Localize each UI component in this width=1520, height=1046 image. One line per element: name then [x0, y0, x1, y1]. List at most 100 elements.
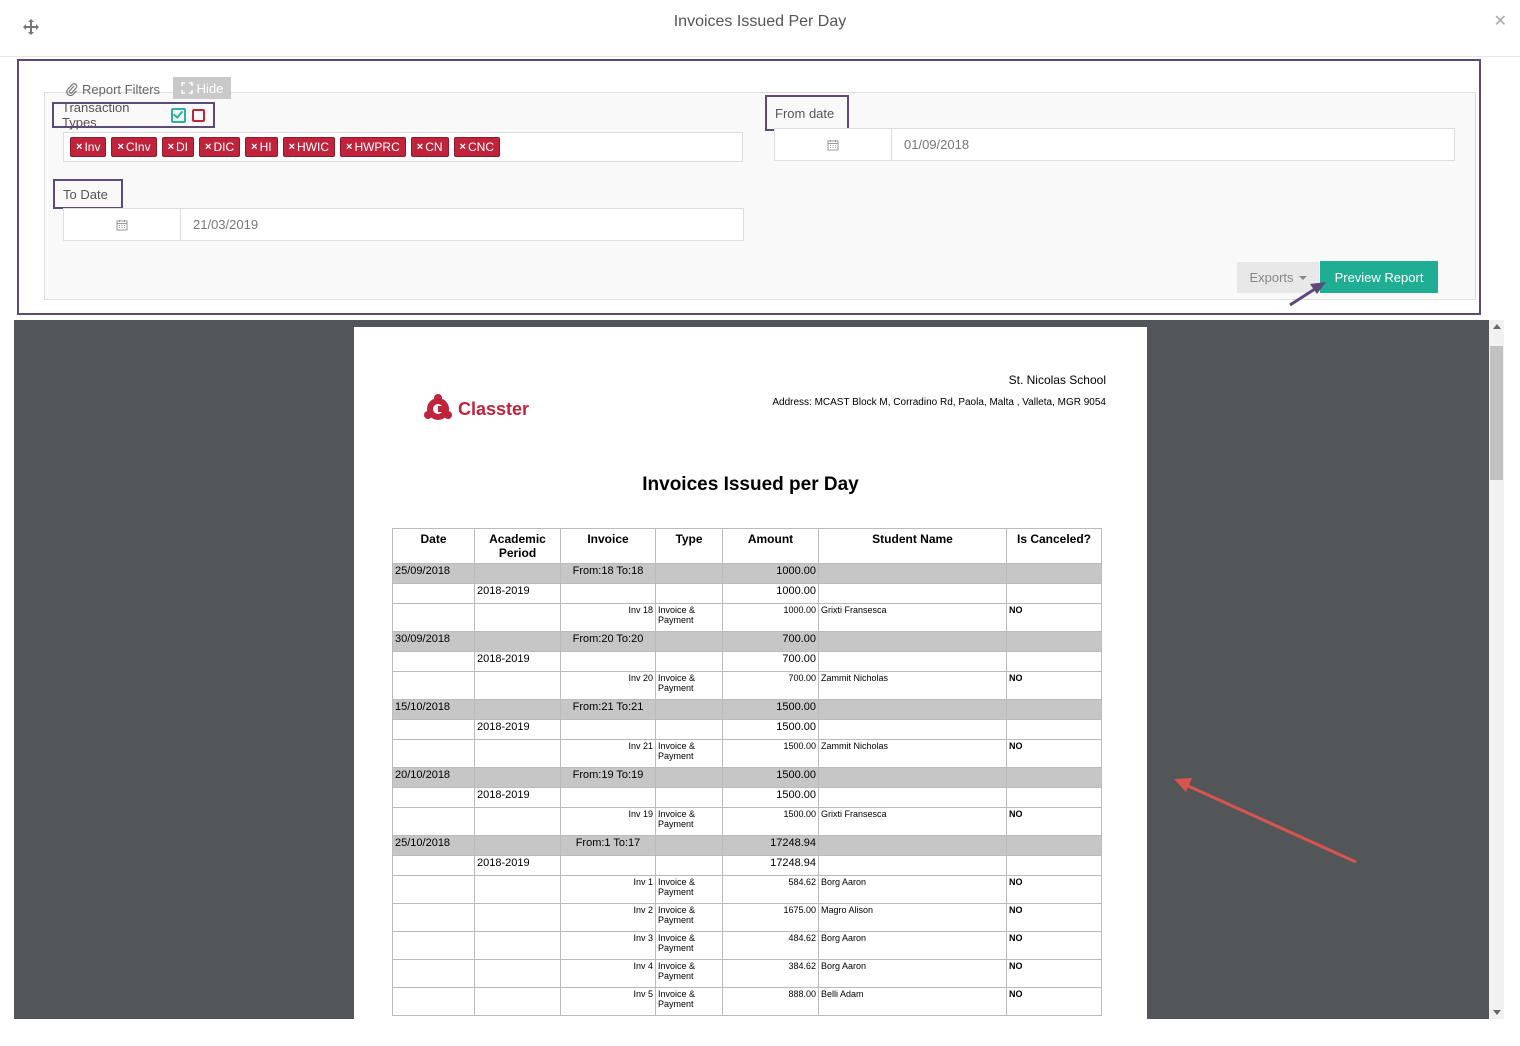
cell-canceled: NO: [1006, 987, 1102, 1016]
empty-cell: [474, 563, 561, 584]
exports-dropdown-button[interactable]: Exports: [1237, 262, 1319, 293]
from-date-value[interactable]: 01/09/2018: [892, 129, 1454, 160]
transaction-type-tag[interactable]: × CNC: [453, 137, 500, 157]
empty-cell: [1006, 787, 1102, 808]
cell-student: Borg Aaron: [818, 875, 1007, 904]
from-date-calendar-button[interactable]: [775, 129, 892, 160]
viewer-scrollbar[interactable]: [1489, 320, 1504, 1019]
transaction-type-tag[interactable]: × HWPRC: [340, 137, 406, 157]
cell-student: Zammit Nicholas: [818, 671, 1007, 700]
cell-amount: 1675.00: [722, 903, 819, 932]
cell-total: 1500.00: [722, 699, 819, 720]
transaction-type-tag[interactable]: × HWIC: [282, 137, 335, 157]
empty-cell: [655, 787, 723, 808]
cell-invoice: Inv 21: [560, 739, 656, 768]
cell-amount: 384.62: [722, 959, 819, 988]
cell-student: Grixti Fransesca: [818, 603, 1007, 632]
empty-cell: [392, 903, 475, 932]
empty-cell: [392, 719, 475, 740]
cell-invoice: Inv 5: [560, 987, 656, 1016]
report-table: Date Academic Period Invoice Type Amount Stud…: [392, 528, 1102, 1016]
empty-cell: [1006, 563, 1102, 584]
cell-period: 2018-2019: [474, 583, 561, 604]
tab-report-filters[interactable]: Report Filters: [66, 78, 160, 100]
remove-tag-icon[interactable]: ×: [346, 141, 352, 153]
table-row: Inv 2 Invoice & Payment 1675.00 Magro Aliso…: [392, 903, 1102, 932]
transaction-type-tag[interactable]: × DI: [161, 137, 195, 157]
cell-type: Invoice & Payment: [655, 931, 723, 960]
cell-student: Belli Adam: [818, 987, 1007, 1016]
empty-cell: [392, 787, 475, 808]
remove-tag-icon[interactable]: ×: [417, 141, 423, 153]
preview-report-button[interactable]: Preview Report: [1320, 261, 1438, 293]
empty-cell: [474, 903, 561, 932]
cell-type: Invoice & Payment: [655, 603, 723, 632]
to-date-label-box: To Date: [53, 179, 123, 209]
empty-cell: [560, 719, 656, 740]
empty-cell: [474, 631, 561, 652]
close-icon[interactable]: ✕: [1494, 11, 1507, 31]
remove-tag-icon[interactable]: ×: [117, 141, 123, 153]
transaction-types-label-box: Transaction Types: [52, 100, 215, 130]
remove-tag-icon[interactable]: ×: [205, 141, 211, 153]
remove-tag-icon[interactable]: ×: [168, 141, 174, 153]
empty-cell: [474, 671, 561, 700]
table-row: Inv 19 Invoice & Payment 1500.00 Grixti Fra…: [392, 807, 1102, 836]
report-filters-label: Report Filters: [82, 81, 161, 97]
to-date-calendar-button[interactable]: [64, 209, 181, 240]
column-header: Academic Period: [474, 528, 561, 564]
cell-canceled: NO: [1006, 807, 1102, 836]
empty-cell: [392, 807, 475, 836]
transaction-type-tag[interactable]: × DIC: [199, 137, 241, 157]
calendar-icon: [827, 139, 839, 150]
cell-invoice: Inv 1: [560, 875, 656, 904]
cell-period: 2018-2019: [474, 787, 561, 808]
tag-label: HI: [259, 140, 272, 154]
transaction-type-tag[interactable]: × Inv: [70, 137, 107, 157]
empty-cell: [474, 959, 561, 988]
cell-period-total: 17248.94: [722, 855, 819, 876]
empty-cell: [474, 931, 561, 960]
report-viewer[interactable]: Classter St. Nicolas School Address: MCA…: [14, 320, 1489, 1019]
scroll-up-icon[interactable]: [1493, 324, 1501, 329]
select-all-icon[interactable]: [171, 107, 186, 123]
date-row: 30/09/2018 From:20 To:20 700.00: [392, 631, 1102, 652]
remove-tag-icon[interactable]: ×: [460, 141, 466, 153]
from-date-label-box: From date: [765, 95, 849, 131]
remove-tag-icon[interactable]: ×: [76, 141, 82, 153]
from-date-field[interactable]: 01/09/2018: [774, 128, 1455, 161]
remove-tag-icon[interactable]: ×: [289, 141, 295, 153]
transaction-type-tag[interactable]: × HI: [245, 137, 278, 157]
transaction-types-input[interactable]: × Inv × CInv × DI × DIC × HI × HWIC × HWPRC × CN × CNC: [63, 132, 743, 162]
empty-cell: [655, 767, 723, 788]
cell-canceled: NO: [1006, 739, 1102, 768]
transaction-type-tag[interactable]: × CInv: [111, 137, 157, 157]
empty-cell: [655, 563, 723, 584]
cell-invoice: Inv 18: [560, 603, 656, 632]
table-row: Inv 20 Invoice & Payment 700.00 Zammit Nich…: [392, 671, 1102, 700]
to-date-field[interactable]: 21/03/2019: [63, 208, 744, 241]
column-header: Is Canceled?: [1006, 528, 1102, 564]
scroll-down-icon[interactable]: [1493, 1010, 1501, 1015]
empty-cell: [474, 875, 561, 904]
cell-canceled: NO: [1006, 959, 1102, 988]
dialog-titlebar: Invoices Issued Per Day ✕: [0, 0, 1520, 57]
empty-cell: [392, 987, 475, 1016]
collapse-icon: [180, 82, 193, 94]
transaction-types-label: Transaction Types: [62, 100, 130, 130]
cell-canceled: NO: [1006, 903, 1102, 932]
scroll-thumb[interactable]: [1490, 346, 1503, 480]
cell-student: Borg Aaron: [818, 959, 1007, 988]
cell-type: Invoice & Payment: [655, 671, 723, 700]
classter-logo-icon: [424, 394, 452, 420]
transaction-type-tag[interactable]: × CN: [410, 137, 449, 157]
remove-tag-icon[interactable]: ×: [251, 141, 257, 153]
period-row: 2018-2019 1500.00: [392, 787, 1102, 808]
cell-period-total: 1000.00: [722, 583, 819, 604]
empty-cell: [818, 767, 1007, 788]
hide-filters-button[interactable]: Hide: [173, 77, 231, 99]
deselect-all-icon[interactable]: [192, 108, 205, 122]
empty-cell: [818, 835, 1007, 856]
table-row: Inv 18 Invoice & Payment 1000.00 Grixti Fra…: [392, 603, 1102, 632]
to-date-value[interactable]: 21/03/2019: [181, 209, 743, 240]
